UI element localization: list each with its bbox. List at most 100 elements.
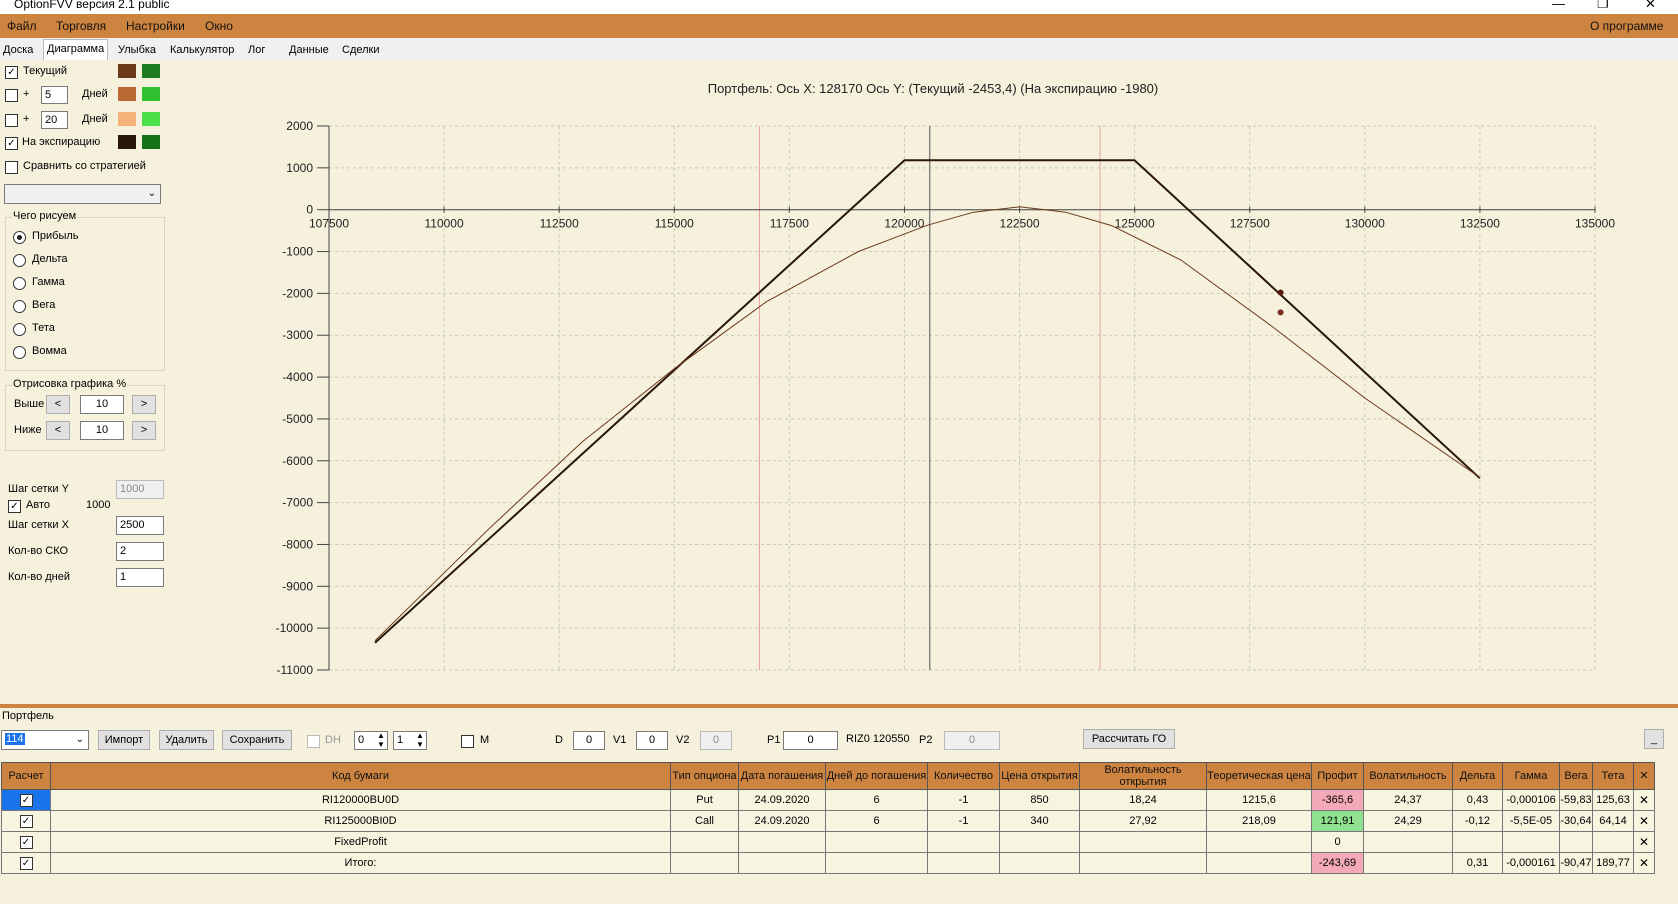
maximize-window-button[interactable]: ❐	[1597, 0, 1609, 12]
calc-cell[interactable]: ✓	[1, 852, 51, 874]
column-header[interactable]: Гамма	[1502, 762, 1560, 790]
y-tick-label: -8000	[282, 537, 313, 551]
cell-vega: -90,47	[1559, 852, 1593, 874]
menu-file[interactable]: Файл	[7, 19, 37, 33]
table-row[interactable]: ✓ RI120000BU0D Put 24.09.2020 6 -1 850 18,24 121…	[1, 789, 1655, 811]
cell-price: 850	[999, 789, 1080, 811]
calc-checkbox[interactable]: ✓	[19, 814, 33, 828]
remove-row-cell[interactable]: ✕	[1633, 852, 1655, 874]
cell-theta: 64,14	[1592, 810, 1634, 832]
cell-theo	[1206, 852, 1312, 874]
close-icon[interactable]: ✕	[1639, 793, 1649, 807]
x-tick-label: 107500	[309, 217, 349, 231]
tab-trades[interactable]: Сделки	[339, 41, 383, 59]
cell-days	[825, 831, 928, 853]
profit-chart[interactable]: 2000 1000 0 -1000 -2000 -3000 -4000 -5000 -6000 -…	[0, 60, 1678, 704]
close-icon[interactable]: ✕	[1639, 835, 1649, 849]
save-button[interactable]: Сохранить	[222, 730, 292, 750]
menu-settings[interactable]: Настройки	[126, 19, 185, 33]
column-header[interactable]: Профит	[1311, 762, 1364, 790]
column-header[interactable]: Дата погашения	[738, 762, 826, 790]
cell-days: 6	[825, 810, 928, 832]
column-header[interactable]: Вега	[1559, 762, 1593, 790]
cell-type	[670, 831, 739, 853]
calc-checkbox[interactable]: ✓	[19, 793, 33, 807]
table-row[interactable]: ✓ FixedProfit 0 ✕	[1, 831, 1655, 853]
column-header[interactable]: Тета	[1592, 762, 1634, 790]
column-header[interactable]: Расчет	[1, 762, 51, 790]
calc-checkbox[interactable]: ✓	[19, 856, 33, 870]
cell-theta: 125,63	[1592, 789, 1634, 811]
tab-smile[interactable]: Улыбка	[115, 41, 159, 59]
calculate-go-button[interactable]: Рассчитать ГО	[1083, 729, 1175, 749]
spin1-arrows-icon[interactable]: ▲ ▼	[375, 731, 387, 749]
portfolio-title: Портфель	[2, 710, 54, 722]
spin2-arrows-icon[interactable]: ▲ ▼	[414, 731, 426, 749]
cell-date: 24.09.2020	[738, 789, 826, 811]
x-tick-label: 122500	[1000, 217, 1040, 231]
menu-window[interactable]: Окно	[205, 19, 233, 33]
table-row[interactable]: ✓ Итого: -243,69 0,31 -0,000161 -90,47 189,77 ✕	[1, 852, 1655, 874]
table-header-row: Расчет Код бумаги Тип опциона Дата погашени…	[1, 762, 1655, 790]
v1-input[interactable]: 0	[636, 731, 668, 750]
cell-profit: 121,91	[1311, 810, 1364, 832]
p2-input[interactable]: 0	[944, 731, 1000, 750]
portfolio-select[interactable]: 114 ⌄	[1, 730, 89, 750]
tab-calculator[interactable]: Калькулятор	[167, 41, 237, 59]
tab-diagram[interactable]: Диаграмма	[43, 39, 109, 60]
p1-input[interactable]: 0	[783, 731, 838, 750]
close-icon[interactable]: ✕	[1639, 814, 1649, 828]
delete-button[interactable]: Удалить	[159, 730, 214, 750]
column-header[interactable]: Волатильность	[1363, 762, 1453, 790]
calc-cell[interactable]: ✓	[1, 789, 51, 811]
chevron-down-icon: ⌄	[75, 734, 84, 745]
tab-data[interactable]: Данные	[286, 41, 332, 59]
calc-cell[interactable]: ✓	[1, 831, 51, 853]
cell-vega: -59,83	[1559, 789, 1593, 811]
import-button[interactable]: Импорт	[98, 730, 150, 750]
cell-type	[670, 852, 739, 874]
y-tick-label: -9000	[282, 579, 313, 593]
calc-cell[interactable]: ✓	[1, 810, 51, 832]
remove-row-cell[interactable]: ✕	[1633, 789, 1655, 811]
tab-log[interactable]: Лог	[245, 41, 268, 59]
y-tick-label: 2000	[286, 119, 313, 133]
cell-gamma: -0,000161	[1502, 852, 1560, 874]
y-tick-label: -2000	[282, 286, 313, 300]
close-icon[interactable]: ✕	[1639, 856, 1649, 870]
x-tick-label: 125000	[1115, 217, 1155, 231]
table-row[interactable]: ✓ RI125000BI0D Call 24.09.2020 6 -1 340 27,92 21…	[1, 810, 1655, 832]
tab-board[interactable]: Доска	[0, 41, 36, 59]
cell-date: 24.09.2020	[738, 810, 826, 832]
close-window-button[interactable]: ✕	[1645, 0, 1656, 12]
minimize-window-button[interactable]: —	[1552, 0, 1565, 11]
table-body: ✓ RI120000BU0D Put 24.09.2020 6 -1 850 18,24 121…	[1, 789, 1655, 874]
column-header[interactable]: Теоретическая цена	[1206, 762, 1312, 790]
column-header[interactable]: Волатильность открытия	[1079, 762, 1207, 790]
minimize-panel-button[interactable]: _	[1644, 729, 1664, 749]
menu-about[interactable]: О программе	[1590, 19, 1663, 33]
column-header[interactable]: Дней до погашения	[825, 762, 928, 790]
m-checkbox[interactable]	[461, 735, 474, 748]
d-input[interactable]: 0	[573, 731, 605, 750]
x-tick-label: 110000	[425, 217, 464, 231]
menu-trading[interactable]: Торговля	[56, 19, 106, 33]
dh-checkbox[interactable]	[307, 735, 320, 748]
column-header[interactable]: ✕	[1633, 762, 1655, 790]
column-header[interactable]: Код бумаги	[50, 762, 671, 790]
cell-date	[738, 831, 826, 853]
dh-label: DH	[325, 734, 341, 746]
v2-input[interactable]: 0	[700, 731, 732, 750]
remove-row-cell[interactable]: ✕	[1633, 810, 1655, 832]
column-header[interactable]: Количество	[927, 762, 1000, 790]
portfolio-select-value: 114	[5, 733, 25, 745]
column-header[interactable]: Дельта	[1452, 762, 1503, 790]
column-header[interactable]: Цена открытия	[999, 762, 1080, 790]
column-header[interactable]: Тип опциона	[670, 762, 739, 790]
remove-row-cell[interactable]: ✕	[1633, 831, 1655, 853]
calc-checkbox[interactable]: ✓	[19, 835, 33, 849]
cell-profit: 0	[1311, 831, 1364, 853]
cell-vol_open: 27,92	[1079, 810, 1207, 832]
cell-gamma: -5,5E-05	[1502, 810, 1560, 832]
cell-price	[999, 852, 1080, 874]
